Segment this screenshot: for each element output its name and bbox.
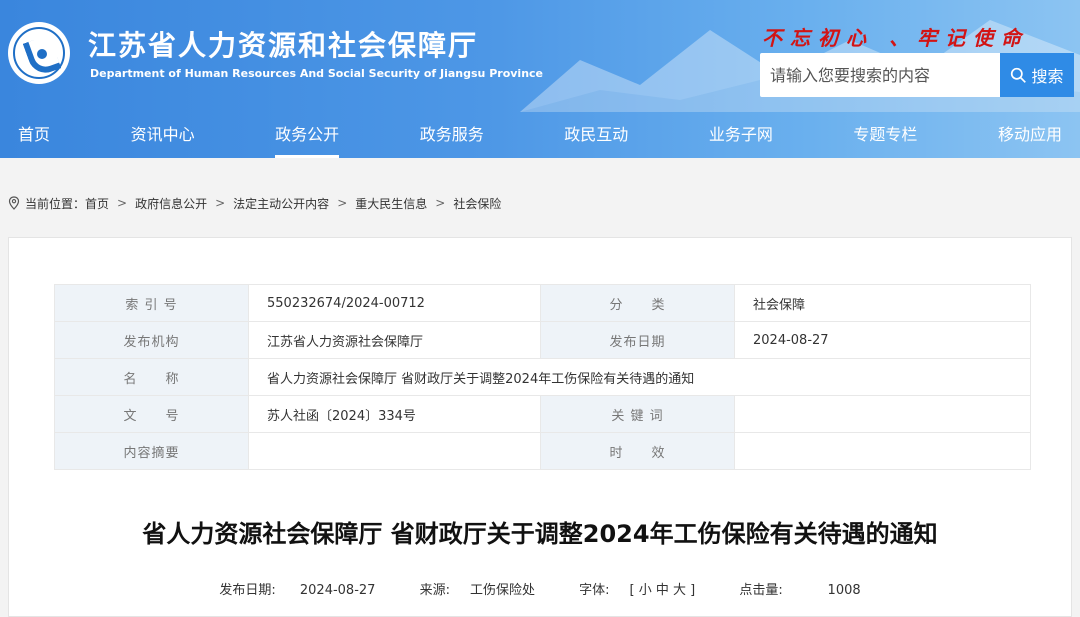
breadcrumb-separator: >	[435, 196, 446, 210]
breadcrumb-separator: >	[337, 196, 348, 210]
nav-mobile-apps[interactable]: 移动应用	[998, 114, 1062, 158]
font-size-label: 字体:	[579, 583, 610, 598]
breadcrumb-item-statutory[interactable]: 法定主动公开内容	[233, 195, 329, 212]
table-row: 索 引 号 550232674/2024-00712 分 类 社会保障	[54, 284, 1031, 322]
view-count-value: 1008	[827, 583, 861, 598]
breadcrumb-item-home[interactable]: 首页	[85, 195, 109, 212]
meta-value-summary	[248, 432, 541, 470]
document-metadata-table: 索 引 号 550232674/2024-00712 分 类 社会保障 发布机构…	[54, 284, 1031, 470]
nav-public-interaction[interactable]: 政民互动	[564, 114, 628, 158]
publish-date-info: 发布日期: 2024-08-27	[209, 583, 385, 598]
table-row: 名 称 省人力资源社会保障厅 省财政厅关于调整2024年工伤保险有关待遇的通知	[54, 358, 1031, 396]
font-size-control: 字体: [ 小 中 大 ]	[569, 583, 705, 598]
search-box: 搜索	[760, 53, 1074, 97]
search-input[interactable]	[760, 53, 1000, 97]
publish-date-label: 发布日期:	[219, 583, 276, 598]
source-info: 来源: 工伤保险处	[410, 583, 545, 598]
site-logo[interactable]	[8, 22, 70, 84]
location-pin-icon	[8, 196, 20, 210]
breadcrumb-item-social-insurance[interactable]: 社会保险	[453, 195, 501, 212]
meta-label-validity: 时 效	[540, 432, 735, 470]
nav-business-subnet[interactable]: 业务子网	[709, 114, 773, 158]
breadcrumb: 当前位置： 首页 > 政府信息公开 > 法定主动公开内容 > 重大民生信息 > …	[8, 194, 501, 212]
meta-value-name: 省人力资源社会保障厅 省财政厅关于调整2024年工伤保险有关待遇的通知	[248, 358, 1031, 396]
search-icon	[1011, 67, 1027, 83]
meta-label-index: 索 引 号	[54, 284, 249, 322]
breadcrumb-label: 当前位置：	[25, 196, 86, 211]
nav-government-services[interactable]: 政务服务	[420, 114, 484, 158]
font-size-options[interactable]: [ 小 中 大 ]	[630, 583, 696, 598]
meta-label-publish-date: 发布日期	[540, 321, 735, 359]
meta-label-doc-number: 文 号	[54, 395, 249, 433]
meta-value-index: 550232674/2024-00712	[248, 284, 541, 322]
search-button[interactable]: 搜索	[1000, 53, 1074, 97]
meta-label-publisher: 发布机构	[54, 321, 249, 359]
view-count-label: 点击量:	[739, 583, 783, 598]
meta-value-validity	[734, 432, 1031, 470]
article-panel: 索 引 号 550232674/2024-00712 分 类 社会保障 发布机构…	[8, 237, 1072, 617]
breadcrumb-separator: >	[117, 196, 128, 210]
meta-value-publish-date: 2024-08-27	[734, 321, 1031, 359]
nav-government-affairs-open[interactable]: 政务公开	[275, 114, 340, 158]
table-row: 文 号 苏人社函〔2024〕334号 关 键 词	[54, 395, 1031, 433]
meta-value-publisher: 江苏省人力资源社会保障厅	[248, 321, 541, 359]
article-info-bar: 发布日期: 2024-08-27 来源: 工伤保险处 字体: [ 小 中 大 ] 点…	[9, 579, 1071, 598]
main-nav: 首页 资讯中心 政务公开 政务服务 政民互动 业务子网 专题专栏 移动应用	[0, 114, 1080, 158]
nav-home[interactable]: 首页	[18, 114, 50, 158]
meta-label-name: 名 称	[54, 358, 249, 396]
article-title: 省人力资源社会保障厅 省财政厅关于调整2024年工伤保险有关待遇的通知	[142, 520, 938, 548]
meta-value-keywords	[734, 395, 1031, 433]
meta-value-doc-number: 苏人社函〔2024〕334号	[248, 395, 541, 433]
search-button-label: 搜索	[1031, 67, 1064, 86]
table-row: 内容摘要 时 效	[54, 432, 1031, 470]
publish-date-value: 2024-08-27	[299, 583, 376, 598]
source-label: 来源:	[419, 583, 450, 598]
source-value: 工伤保险处	[469, 583, 535, 598]
site-title: 江苏省人力资源和社会保障厅	[88, 29, 479, 62]
nav-news-center[interactable]: 资讯中心	[131, 114, 195, 158]
breadcrumb-separator: >	[215, 196, 226, 210]
meta-label-summary: 内容摘要	[54, 432, 249, 470]
breadcrumb-item-gov-info[interactable]: 政府信息公开	[135, 195, 207, 212]
view-count-info: 点击量: 1008	[729, 583, 870, 598]
site-subtitle: Department of Human Resources And Social…	[90, 67, 544, 80]
meta-label-category: 分 类	[540, 284, 735, 322]
meta-label-keywords: 关 键 词	[540, 395, 735, 433]
site-header: 江苏省人力资源和社会保障厅 Department of Human Resour…	[0, 0, 1080, 158]
nav-special-topics[interactable]: 专题专栏	[853, 114, 917, 158]
table-row: 发布机构 江苏省人力资源社会保障厅 发布日期 2024-08-27	[54, 321, 1031, 359]
slogan: 不忘初心 、牢记使命	[762, 26, 1029, 50]
breadcrumb-item-livelihood[interactable]: 重大民生信息	[355, 195, 427, 212]
meta-value-category: 社会保障	[734, 284, 1031, 322]
